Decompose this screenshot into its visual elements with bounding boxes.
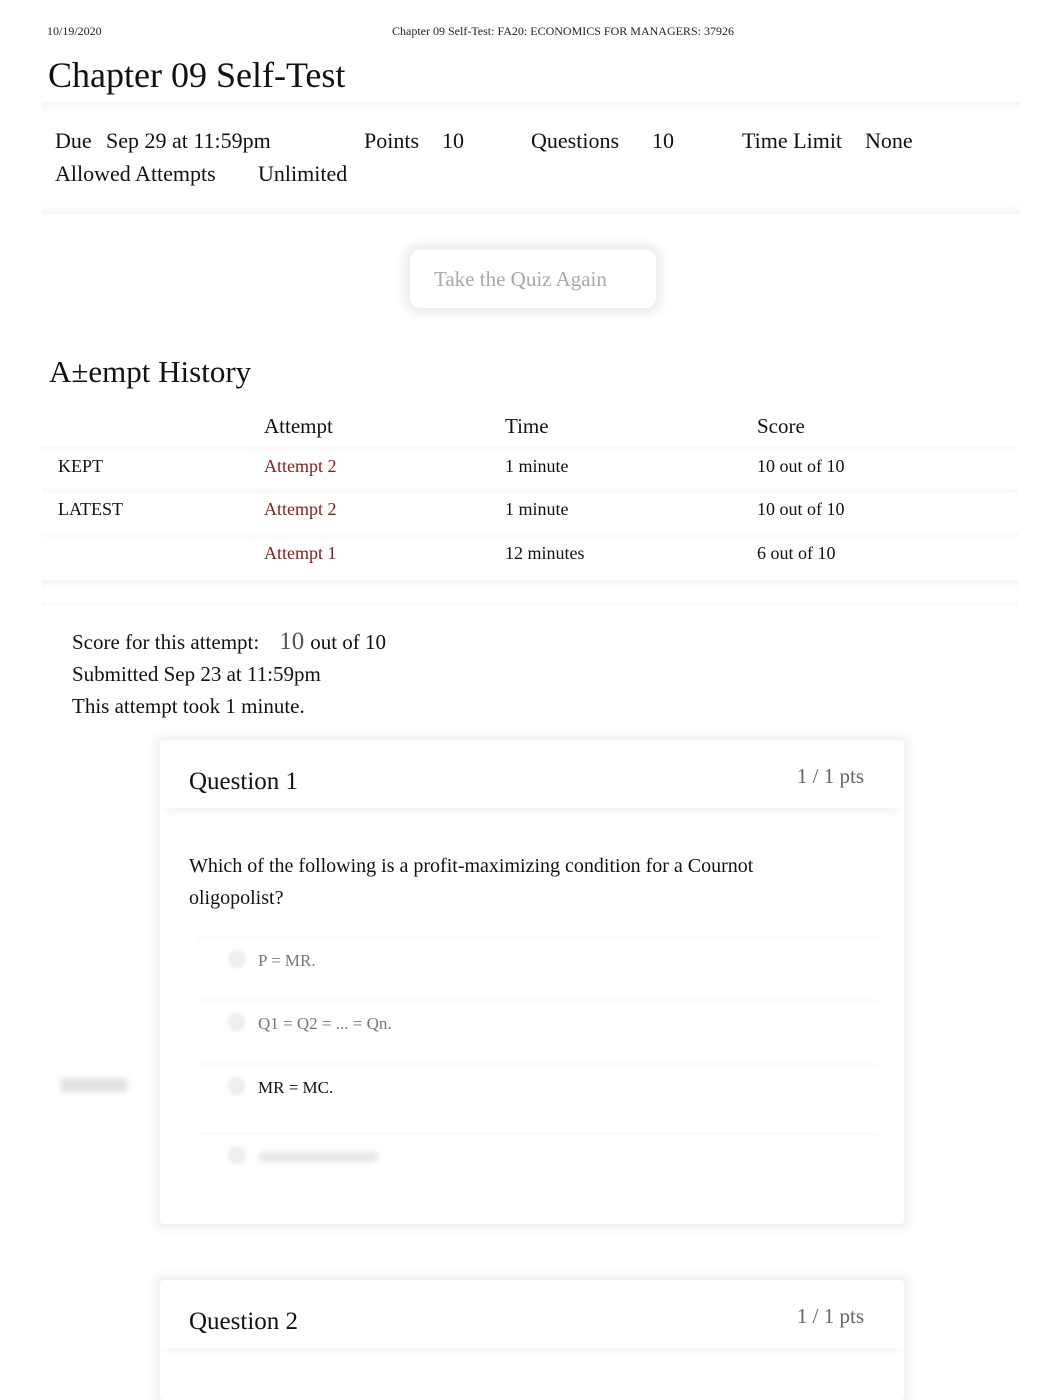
table-footer-divider	[42, 580, 1018, 606]
questions-label: Questions	[531, 128, 619, 153]
answer-option[interactable]: Q1 = Q2 = ... = Qn.	[198, 999, 878, 1049]
question-points: 1 / 1 pts	[796, 764, 864, 788]
questions-value: 10	[652, 128, 674, 153]
question-card: Question 2 1 / 1 pts	[160, 1280, 904, 1400]
attempt-time: 1 minute	[505, 456, 569, 476]
column-header-score: Score	[757, 414, 805, 438]
answer-label: MR = MC.	[258, 1078, 334, 1097]
question-header: Question 2 1 / 1 pts	[160, 1280, 904, 1348]
points-value: 10	[442, 128, 464, 153]
attempt-score: 6 out of 10	[757, 543, 836, 563]
points-label: Points	[364, 128, 420, 153]
score-label: Score for this attempt:	[72, 630, 260, 654]
answer-label: Q1 = Q2 = ... = Qn.	[258, 1014, 392, 1033]
attempt-summary: Score for this attempt: 10 out of 10 Submi…	[72, 626, 386, 722]
submitted-time: Submitted Sep 23 at 11:59pm	[72, 662, 321, 686]
score-suffix: out of 10	[310, 630, 387, 654]
page-title: Chapter 09 Self-Test	[48, 55, 346, 95]
attempt-link[interactable]: Attempt 2	[264, 456, 337, 477]
print-page-title: Chapter 09 Self-Test: FA20: ECONOMICS FO…	[392, 24, 734, 38]
time-limit-value: None	[865, 128, 913, 153]
due-value: Sep 29 at 11:59pm	[106, 128, 271, 153]
take-quiz-again-button[interactable]: Take the Quiz Again	[410, 250, 656, 308]
quiz-details: Due Sep 29 at 11:59pm Points 10 Question…	[42, 102, 1020, 214]
radio-button-selected[interactable]	[228, 1077, 246, 1095]
answer-option[interactable]	[198, 1132, 878, 1182]
table-row: Attempt 1 12 minutes 6 out of 10	[42, 533, 1018, 573]
score-value: 10	[279, 628, 305, 655]
due-label: Due	[55, 128, 92, 153]
column-header-time: Time	[505, 414, 549, 438]
radio-button[interactable]	[228, 1013, 246, 1031]
question-title: Question 1	[189, 768, 299, 795]
question-header: Question 1 1 / 1 pts	[160, 740, 904, 808]
attempt-score: 10 out of 10	[757, 499, 845, 519]
question-title: Question 2	[189, 1308, 299, 1335]
attempt-tag: KEPT	[58, 456, 103, 476]
time-limit-label: Time Limit	[742, 128, 843, 153]
attempt-history-table: Attempt Time Score KEPT Attempt 2 1 minu…	[42, 410, 1020, 610]
radio-button[interactable]	[228, 1146, 246, 1164]
question-points: 1 / 1 pts	[796, 1304, 864, 1328]
attempt-time: 12 minutes	[505, 543, 585, 563]
question-card: Question 1 1 / 1 pts Which of the follow…	[160, 740, 904, 1224]
answer-option-selected[interactable]: MR = MC.	[198, 1063, 878, 1113]
attempt-link[interactable]: Attempt 2	[264, 499, 337, 520]
table-row: KEPT Attempt 2 1 minute 10 out of 10	[42, 446, 1018, 486]
attempt-tag: LATEST	[58, 499, 123, 519]
column-header-attempt: Attempt	[264, 414, 333, 438]
print-header: 10/19/2020 Chapter 09 Self-Test: FA20: E…	[0, 24, 1062, 42]
correct-answer-label	[60, 1078, 128, 1092]
attempt-time: 1 minute	[505, 499, 569, 519]
answer-label-obscured	[258, 1152, 378, 1162]
print-date: 10/19/2020	[47, 24, 102, 38]
allowed-attempts-label: Allowed Attempts	[55, 161, 216, 186]
table-row: LATEST Attempt 2 1 minute 10 out of 10	[42, 489, 1018, 529]
attempt-history-title: A±empt History	[49, 354, 252, 389]
question-text: Which of the following is a profit-maxim…	[189, 855, 754, 909]
attempt-link[interactable]: Attempt 1	[264, 543, 337, 564]
attempt-score: 10 out of 10	[757, 456, 845, 476]
attempt-score-line: Score for this attempt: 10 out of 10	[72, 626, 386, 658]
allowed-attempts-value: Unlimited	[258, 161, 348, 186]
answer-label: P = MR.	[258, 951, 316, 970]
answer-option[interactable]: P = MR.	[198, 936, 878, 986]
attempt-duration: This attempt took 1 minute.	[72, 694, 305, 718]
radio-button[interactable]	[228, 950, 246, 968]
